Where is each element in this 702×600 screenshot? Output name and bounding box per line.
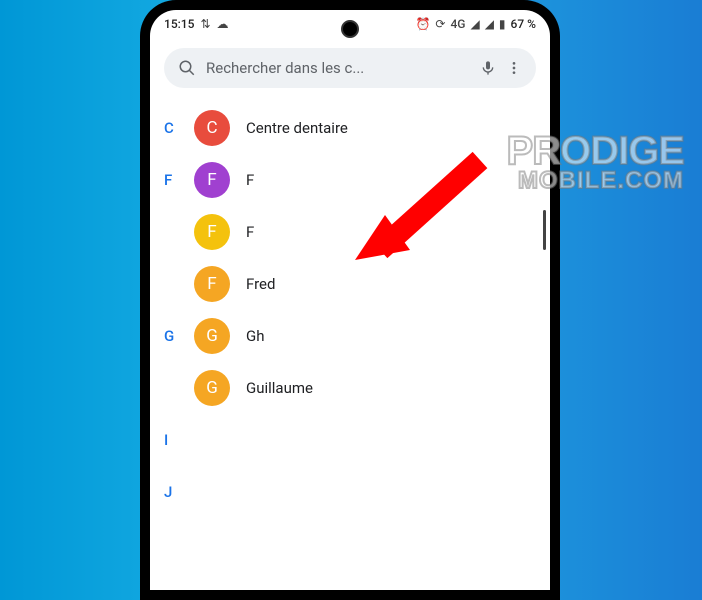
contact-name: Guillaume bbox=[246, 379, 313, 397]
sync-icon: ⟳ bbox=[435, 17, 445, 31]
contact-avatar: F bbox=[194, 214, 230, 250]
contact-avatar: C bbox=[194, 110, 230, 146]
battery-icon: ▮ bbox=[499, 17, 506, 31]
scroll-indicator[interactable] bbox=[543, 210, 546, 250]
index-letter: F bbox=[164, 171, 194, 189]
alarm-icon: ⏰ bbox=[415, 17, 430, 31]
contact-avatar: G bbox=[194, 370, 230, 406]
index-letter: C bbox=[164, 119, 194, 137]
contact-name: Gh bbox=[246, 327, 264, 345]
index-letter: J bbox=[164, 483, 194, 501]
phone-screen: 15:15 ⇅ ☁ ⏰ ⟳ 4G ◢ ◢ ▮ 67 % Rechercher d… bbox=[150, 10, 550, 590]
contact-row[interactable]: F F bbox=[150, 206, 550, 258]
more-icon[interactable] bbox=[506, 60, 522, 76]
contact-name: F bbox=[246, 223, 254, 241]
battery-percent: 67 % bbox=[511, 17, 536, 31]
network-type: 4G bbox=[450, 17, 465, 31]
near-share-icon: ⇅ bbox=[200, 17, 210, 31]
index-letter: I bbox=[164, 431, 194, 449]
contact-row[interactable]: F F F bbox=[150, 154, 550, 206]
contact-row[interactable]: C C Centre dentaire bbox=[150, 102, 550, 154]
contact-row[interactable]: G G Gh bbox=[150, 310, 550, 362]
section-header: J bbox=[150, 466, 550, 518]
contact-avatar: F bbox=[194, 162, 230, 198]
clock: 15:15 bbox=[164, 17, 194, 31]
contact-avatar: F bbox=[194, 266, 230, 302]
search-icon bbox=[178, 59, 196, 77]
signal-icon-1: ◢ bbox=[470, 17, 479, 31]
signal-icon-2: ◢ bbox=[485, 17, 494, 31]
front-camera bbox=[341, 20, 359, 38]
search-placeholder: Rechercher dans les c... bbox=[206, 59, 470, 77]
cloud-icon: ☁ bbox=[217, 17, 229, 31]
contact-name: Centre dentaire bbox=[246, 119, 348, 137]
contacts-list[interactable]: C C Centre dentaire F F F F F F Fred G G… bbox=[150, 98, 550, 522]
index-letter: G bbox=[164, 327, 194, 345]
mic-icon[interactable] bbox=[480, 60, 496, 76]
search-bar[interactable]: Rechercher dans les c... bbox=[164, 48, 536, 88]
contact-name: Fred bbox=[246, 275, 275, 293]
contact-row[interactable]: F Fred bbox=[150, 258, 550, 310]
phone-frame: 15:15 ⇅ ☁ ⏰ ⟳ 4G ◢ ◢ ▮ 67 % Rechercher d… bbox=[140, 0, 560, 600]
section-header: I bbox=[150, 414, 550, 466]
contact-row[interactable]: G Guillaume bbox=[150, 362, 550, 414]
contact-name: F bbox=[246, 171, 254, 189]
contact-avatar: G bbox=[194, 318, 230, 354]
